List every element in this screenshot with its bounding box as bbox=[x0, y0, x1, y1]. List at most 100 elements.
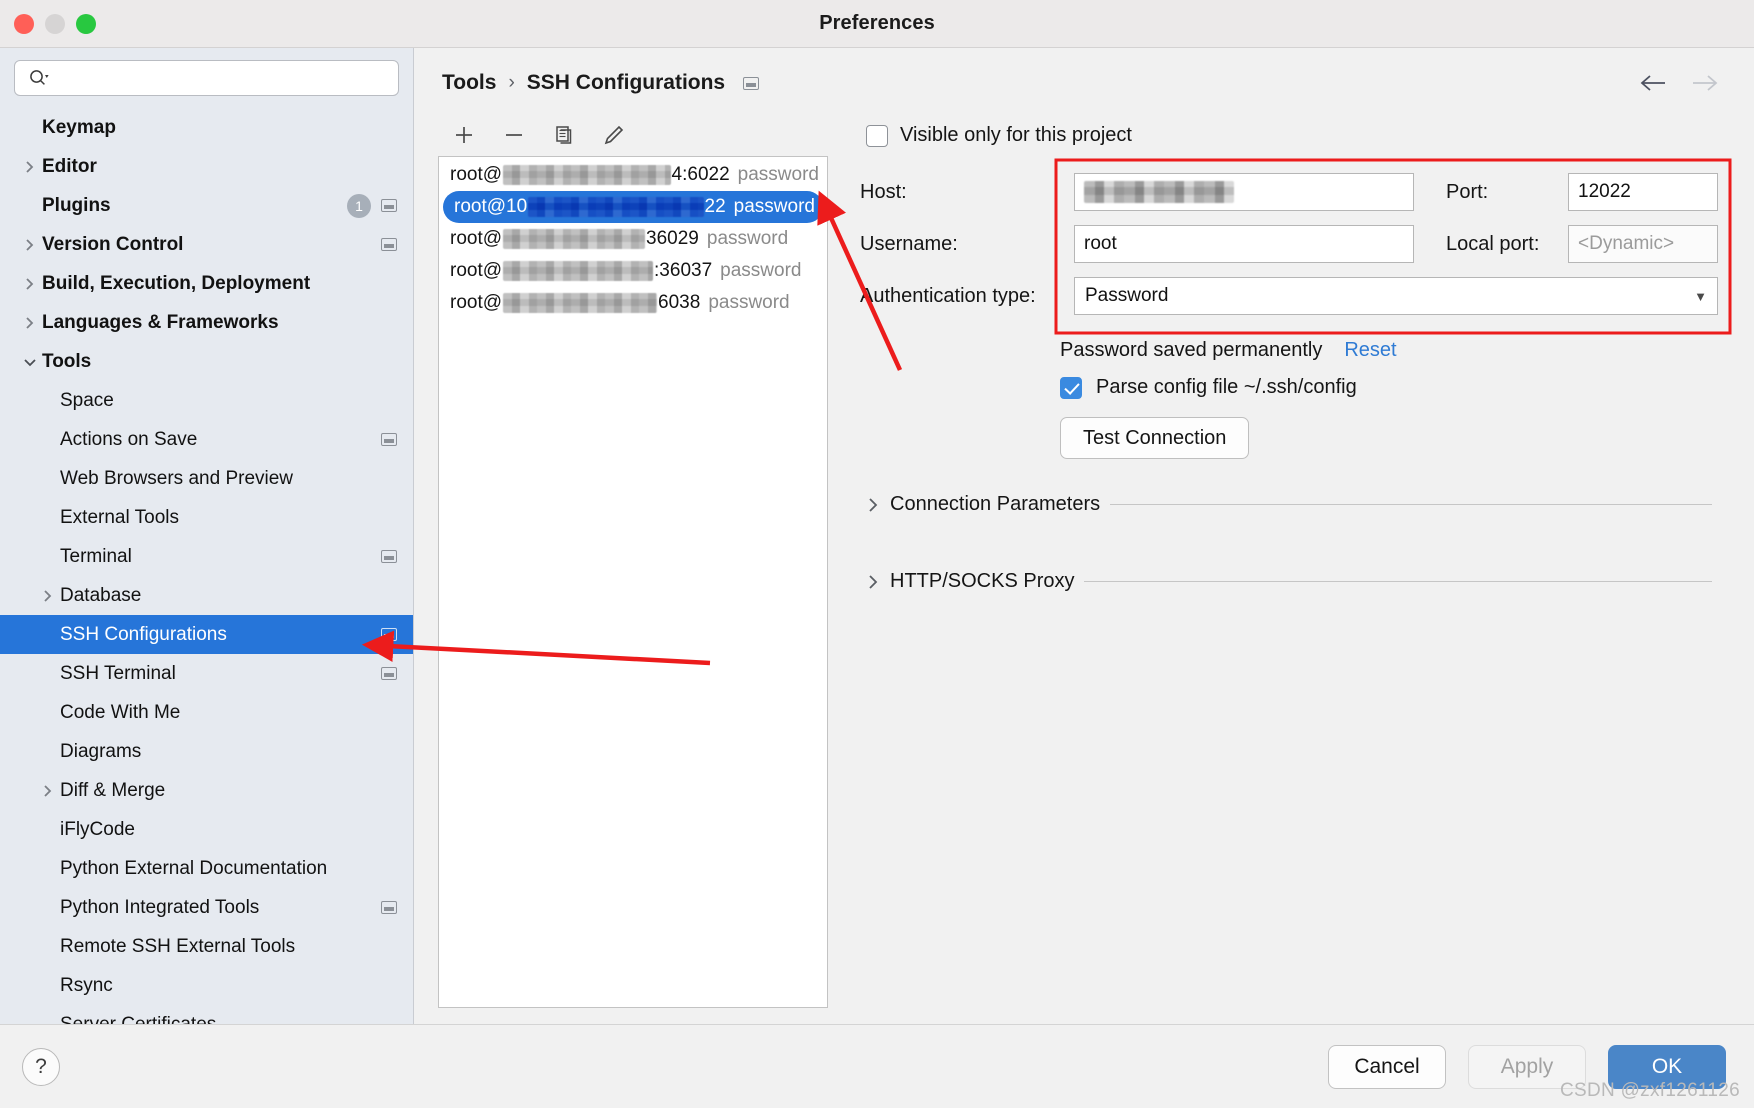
window-badge-icon bbox=[381, 199, 397, 212]
sidebar-item-plugins[interactable]: Plugins 1 bbox=[0, 186, 413, 225]
sidebar-item-actions-on-save[interactable]: Actions on Save bbox=[0, 420, 413, 459]
sidebar-item-python-integrated-tools[interactable]: Python Integrated Tools bbox=[0, 888, 413, 927]
sidebar-item-ssh-terminal[interactable]: SSH Terminal bbox=[0, 654, 413, 693]
search-input[interactable] bbox=[49, 68, 390, 88]
chevron-right-icon[interactable] bbox=[18, 237, 42, 253]
ssh-config-row[interactable]: root@ 36029 password bbox=[439, 223, 827, 255]
ssh-config-row[interactable]: root@ 6038 password bbox=[439, 287, 827, 319]
window-badge-icon bbox=[381, 667, 397, 680]
copy-icon[interactable] bbox=[552, 123, 576, 147]
chevron-right-icon[interactable] bbox=[18, 315, 42, 331]
back-arrow-icon[interactable] bbox=[1638, 73, 1668, 93]
sidebar-item-label: Plugins bbox=[42, 194, 111, 216]
chevron-right-icon[interactable] bbox=[18, 159, 42, 175]
username-input[interactable]: root bbox=[1074, 225, 1414, 263]
ssh-config-row[interactable]: root@:36037 password bbox=[439, 255, 827, 287]
sidebar-item-diff-merge[interactable]: Diff & Merge bbox=[0, 771, 413, 810]
sidebar-item-label: Python Integrated Tools bbox=[60, 896, 260, 918]
auth-type-label: Authentication type: bbox=[860, 284, 1036, 307]
host-input[interactable] bbox=[1074, 173, 1414, 211]
sidebar-item-label: Keymap bbox=[42, 116, 116, 138]
sidebar-item-diagrams[interactable]: Diagrams bbox=[0, 732, 413, 771]
pencil-icon[interactable] bbox=[602, 123, 626, 147]
sidebar-item-editor[interactable]: Editor bbox=[0, 147, 413, 186]
sidebar-item-label: External Tools bbox=[60, 506, 179, 528]
parse-config-row[interactable]: Parse config file ~/.ssh/config bbox=[1060, 376, 1726, 399]
sidebar-item-label: Diff & Merge bbox=[60, 779, 166, 801]
sidebar-item-iflycode[interactable]: iFlyCode bbox=[0, 810, 413, 849]
ssh-config-list[interactable]: root@ 4:6022 password root@10 22 password root… bbox=[438, 156, 828, 1008]
parse-config-checkbox[interactable] bbox=[1060, 376, 1082, 399]
sidebar-item-database[interactable]: Database bbox=[0, 576, 413, 615]
sidebar-item-python-external-documentation[interactable]: Python External Documentation bbox=[0, 849, 413, 888]
window-badge-icon bbox=[381, 433, 397, 446]
auth-type-value: Password bbox=[1085, 285, 1169, 306]
add-icon[interactable] bbox=[452, 123, 476, 147]
forward-arrow-icon[interactable] bbox=[1690, 73, 1720, 93]
section-connection-parameters[interactable]: Connection Parameters bbox=[866, 493, 1712, 516]
ok-button[interactable]: OK bbox=[1608, 1044, 1726, 1089]
search-box[interactable] bbox=[14, 60, 399, 96]
sidebar-item-rsync[interactable]: Rsync bbox=[0, 966, 413, 1005]
chevron-down-icon[interactable] bbox=[18, 355, 42, 369]
sidebar-item-external-tools[interactable]: External Tools bbox=[0, 498, 413, 537]
footer-buttons: Cancel Apply OK bbox=[1328, 1044, 1726, 1089]
apply-button[interactable]: Apply bbox=[1468, 1044, 1586, 1089]
ssh-config-row[interactable]: root@ 4:6022 password bbox=[439, 159, 827, 191]
sidebar-item-label: Actions on Save bbox=[60, 428, 198, 450]
reset-password-link[interactable]: Reset bbox=[1344, 339, 1396, 362]
window-badge-icon bbox=[381, 901, 397, 914]
auth-type-select[interactable]: Password ▼ bbox=[1074, 277, 1718, 315]
chevron-right-icon[interactable] bbox=[18, 276, 42, 292]
sidebar-item-keymap[interactable]: Keymap bbox=[0, 108, 413, 147]
sidebar-item-version-control[interactable]: Version Control bbox=[0, 225, 413, 264]
settings-tree[interactable]: Keymap Editor Plugins 1 Version Control Build… bbox=[0, 106, 413, 1024]
search-icon bbox=[29, 69, 49, 87]
sidebar-item-ssh-configurations[interactable]: SSH Configurations bbox=[0, 615, 413, 654]
sidebar-item-languages-frameworks[interactable]: Languages & Frameworks bbox=[0, 303, 413, 342]
chevron-down-icon: ▼ bbox=[1694, 288, 1707, 304]
section-http-socks-proxy[interactable]: HTTP/SOCKS Proxy bbox=[866, 570, 1712, 593]
window-badge-icon bbox=[381, 628, 397, 641]
preferences-window: Preferences Keymap Editor Plugins 1 Version bbox=[0, 0, 1754, 1108]
sidebar-item-terminal[interactable]: Terminal bbox=[0, 537, 413, 576]
breadcrumb: Tools › SSH Configurations bbox=[414, 48, 1754, 104]
ssh-config-auth: password bbox=[708, 292, 790, 313]
test-connection-button[interactable]: Test Connection bbox=[1060, 417, 1250, 459]
help-button[interactable]: ? bbox=[22, 1047, 60, 1086]
sidebar-item-label: Server Certificates bbox=[60, 1013, 217, 1025]
sidebar-item-build-execution-deployment[interactable]: Build, Execution, Deployment bbox=[0, 264, 413, 303]
sidebar-item-web-browsers-and-preview[interactable]: Web Browsers and Preview bbox=[0, 459, 413, 498]
dialog-footer: ? Cancel Apply OK CSDN @zxf1261126 bbox=[0, 1024, 1754, 1108]
sidebar-item-server-certificates[interactable]: Server Certificates bbox=[0, 1005, 413, 1025]
ssh-config-host-masked bbox=[503, 293, 658, 313]
breadcrumb-parent[interactable]: Tools bbox=[442, 71, 496, 95]
host-label: Host: bbox=[860, 180, 907, 203]
cancel-button[interactable]: Cancel bbox=[1328, 1044, 1446, 1089]
settings-sidebar: Keymap Editor Plugins 1 Version Control Build… bbox=[0, 48, 414, 1024]
chevron-right-icon[interactable] bbox=[36, 588, 60, 604]
window-title: Preferences bbox=[819, 12, 935, 34]
sidebar-item-label: Diagrams bbox=[60, 740, 142, 762]
sidebar-item-remote-ssh-external-tools[interactable]: Remote SSH External Tools bbox=[0, 927, 413, 966]
list-toolbar bbox=[438, 114, 828, 156]
chevron-right-icon[interactable] bbox=[36, 783, 60, 799]
ssh-config-row[interactable]: root@10 22 password bbox=[443, 191, 823, 223]
ssh-config-port-suffix: :36037 bbox=[654, 260, 713, 281]
sidebar-item-label: Editor bbox=[42, 155, 97, 177]
sidebar-item-space[interactable]: Space bbox=[0, 381, 413, 420]
port-input[interactable]: 12022 bbox=[1568, 173, 1718, 211]
local-port-input[interactable]: <Dynamic> bbox=[1568, 225, 1718, 263]
section-divider bbox=[1084, 581, 1712, 582]
remove-icon[interactable] bbox=[502, 123, 526, 147]
chevron-right-icon bbox=[866, 573, 880, 591]
visible-only-checkbox[interactable] bbox=[866, 124, 888, 147]
nav-arrows bbox=[1638, 73, 1726, 93]
sidebar-item-code-with-me[interactable]: Code With Me bbox=[0, 693, 413, 732]
sidebar-item-tools[interactable]: Tools bbox=[0, 342, 413, 381]
ssh-config-host-masked bbox=[503, 229, 646, 249]
visible-only-row[interactable]: Visible only for this project bbox=[866, 124, 1726, 147]
connection-form: Host: Port: 12022 Username: root Local p… bbox=[850, 165, 1726, 325]
main-panel: Tools › SSH Configurations root@ 4:6022 … bbox=[414, 48, 1754, 1024]
ssh-config-port-suffix: 22 bbox=[704, 196, 726, 217]
